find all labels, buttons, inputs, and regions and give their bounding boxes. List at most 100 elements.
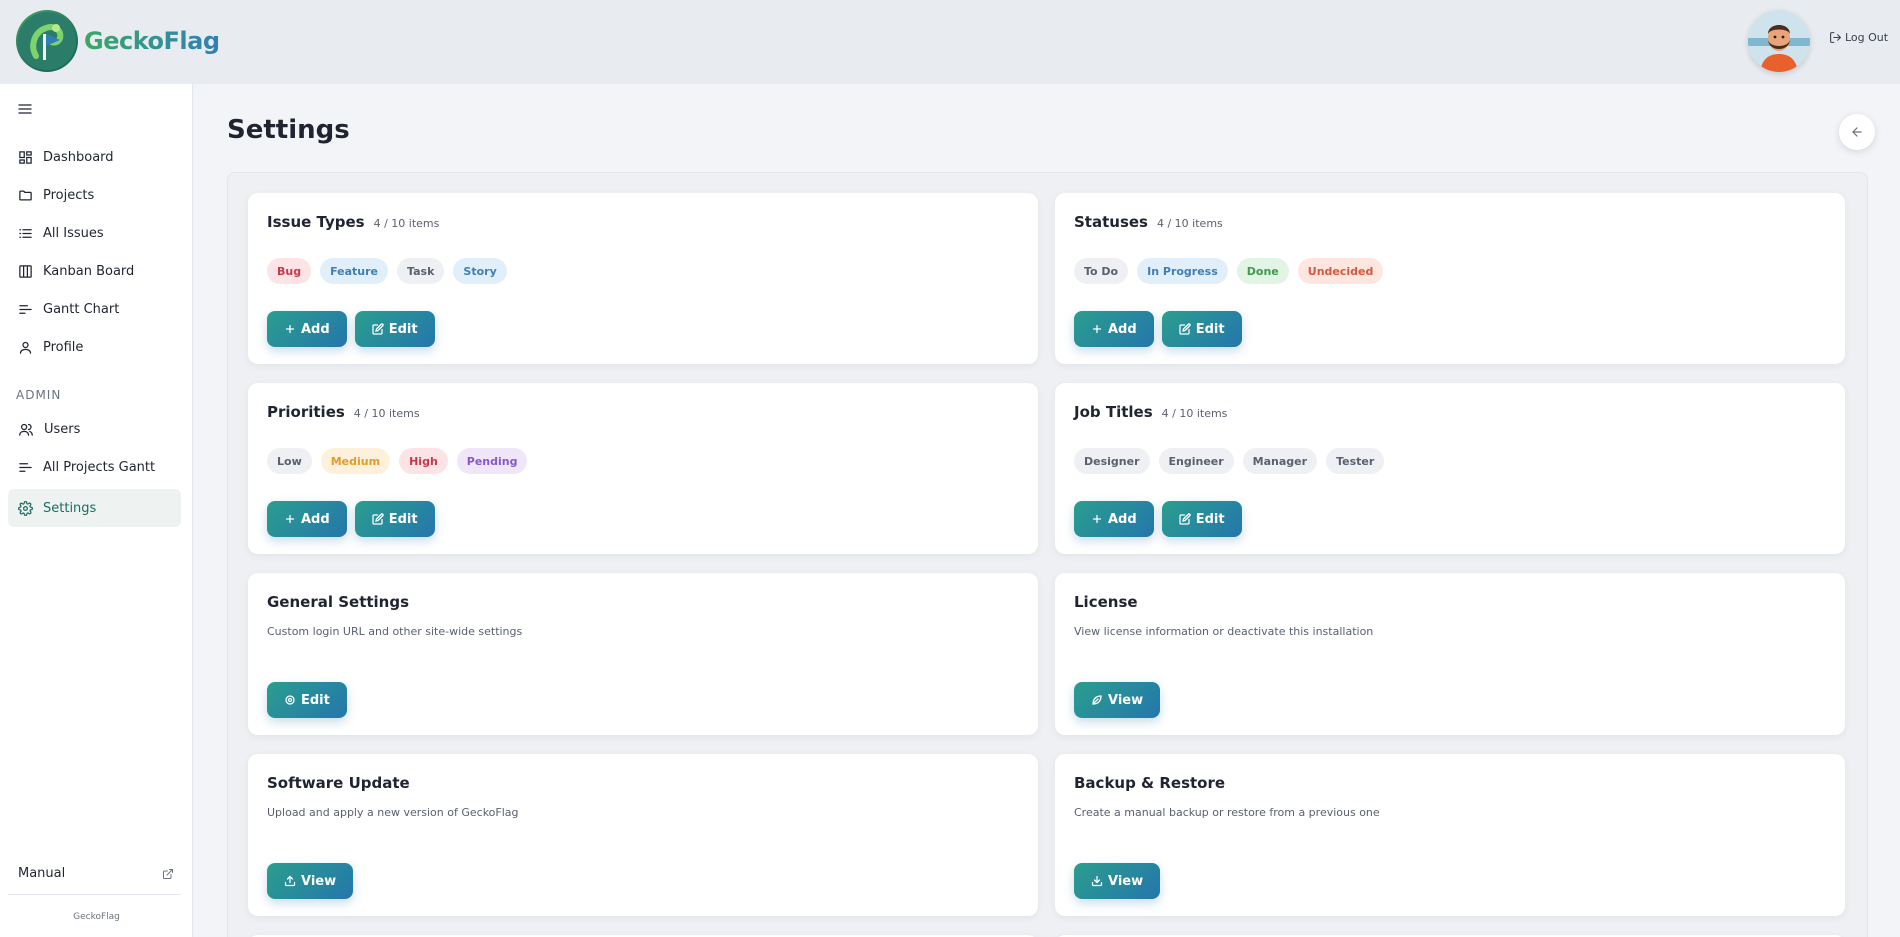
backup-restore-card: Backup & Restore Create a manual backup … — [1055, 754, 1845, 916]
button-label: Add — [1108, 321, 1137, 337]
edit-issue-types-button[interactable]: Edit — [354, 311, 435, 347]
sidebar-item-label: Gantt Chart — [43, 301, 120, 317]
button-label: Add — [301, 321, 330, 337]
chip-pending: Pending — [456, 448, 528, 474]
brand-name: GeckoFlag — [84, 27, 220, 55]
back-button[interactable] — [1839, 114, 1875, 150]
add-issue-type-button[interactable]: Add — [267, 311, 347, 347]
edit-job-titles-button[interactable]: Edit — [1161, 501, 1242, 537]
card-title: Job Titles — [1074, 403, 1153, 421]
plus-icon — [1092, 514, 1102, 524]
card-title: Statuses — [1074, 213, 1148, 231]
edit-icon — [372, 323, 384, 335]
chip-medium: Medium — [320, 448, 391, 474]
sidebar-item-label: Kanban Board — [43, 263, 135, 279]
chip-to-do: To Do — [1074, 258, 1129, 284]
plus-icon — [285, 324, 295, 334]
card-description: View license information or deactivate t… — [1074, 625, 1374, 638]
card-description: Upload and apply a new version of GeckoF… — [267, 806, 519, 819]
view-license-button[interactable]: View — [1074, 682, 1161, 718]
button-label: Add — [1108, 511, 1137, 527]
plus-icon — [285, 514, 295, 524]
sidebar-item-label: Profile — [43, 339, 84, 355]
edit-priorities-button[interactable]: Edit — [354, 501, 435, 537]
button-group: View — [1074, 863, 1161, 899]
gantt-icon — [19, 462, 32, 472]
chip-list: Designer Engineer Manager Tester — [1074, 448, 1385, 474]
sidebar-item-kanban-board[interactable]: Kanban Board — [8, 252, 181, 290]
sidebar-item-projects[interactable]: Projects — [8, 176, 181, 214]
add-job-title-button[interactable]: Add — [1074, 501, 1154, 537]
brand-logo[interactable]: GeckoFlag — [16, 10, 220, 72]
edit-icon — [372, 513, 384, 525]
card-header: Backup & Restore — [1074, 774, 1225, 792]
button-group: Add Edit — [267, 311, 435, 347]
button-label: Edit — [301, 692, 330, 708]
item-count: 4 / 10 items — [1161, 407, 1228, 420]
dashboard-icon — [19, 150, 32, 164]
gecko-logo-icon — [16, 10, 78, 72]
item-count: 4 / 10 items — [1156, 217, 1223, 230]
button-label: View — [1108, 873, 1144, 889]
job-titles-card: Job Titles 4 / 10 items Designer Enginee… — [1055, 383, 1845, 554]
user-icon — [19, 341, 32, 354]
sidebar-item-label: Projects — [43, 187, 95, 203]
top-header: GeckoFlag Log Out — [0, 0, 1900, 84]
view-backup-button[interactable]: View — [1074, 863, 1161, 899]
edit-icon — [1179, 323, 1191, 335]
card-header: Statuses 4 / 10 items — [1074, 213, 1223, 231]
license-card: License View license information or deac… — [1055, 573, 1845, 735]
view-software-update-button[interactable]: View — [267, 863, 354, 899]
plus-icon — [1092, 324, 1102, 334]
button-label: Edit — [388, 321, 418, 337]
arrow-left-icon — [1852, 127, 1862, 137]
button-group: Add Edit — [267, 501, 435, 537]
edit-general-settings-button[interactable]: Edit — [267, 682, 347, 718]
card-title: General Settings — [267, 593, 410, 611]
edit-icon — [1179, 513, 1191, 525]
sidebar-item-users[interactable]: Users — [8, 410, 181, 448]
card-description: Create a manual backup or restore from a… — [1074, 806, 1380, 819]
add-priority-button[interactable]: Add — [267, 501, 347, 537]
sidebar-item-all-projects-gantt[interactable]: All Projects Gantt — [8, 448, 181, 486]
add-status-button[interactable]: Add — [1074, 311, 1154, 347]
list-icon — [19, 228, 32, 238]
sidebar-footer: GeckoFlag — [73, 912, 120, 922]
chip-story: Story — [453, 258, 507, 284]
card-header: Job Titles 4 / 10 items — [1074, 403, 1227, 421]
chip-done: Done — [1236, 258, 1289, 284]
sidebar-divider — [8, 894, 181, 895]
button-label: View — [1108, 692, 1144, 708]
sidebar-item-settings[interactable]: Settings — [8, 489, 181, 527]
card-title: Software Update — [267, 774, 410, 792]
card-header: License — [1074, 593, 1138, 611]
button-group: View — [267, 863, 354, 899]
issue-types-card: Issue Types 4 / 10 items Bug Feature Tas… — [248, 193, 1038, 364]
sidebar-item-label: Dashboard — [43, 149, 114, 165]
gantt-icon — [19, 304, 32, 314]
menu-toggle-button[interactable] — [17, 101, 33, 121]
edit-statuses-button[interactable]: Edit — [1161, 311, 1242, 347]
card-header: General Settings — [267, 593, 409, 611]
chip-undecided: Undecided — [1297, 258, 1384, 284]
chip-high: High — [399, 448, 448, 474]
logout-button[interactable]: Log Out — [1829, 31, 1888, 44]
card-description: Custom login URL and other site-wide set… — [267, 625, 523, 638]
logout-label: Log Out — [1845, 31, 1889, 44]
priorities-card: Priorities 4 / 10 items Low Medium High … — [248, 383, 1038, 554]
card-header: Software Update — [267, 774, 410, 792]
card-title: License — [1074, 593, 1138, 611]
card-header: Priorities 4 / 10 items — [267, 403, 420, 421]
button-label: View — [301, 873, 337, 889]
sidebar-item-gantt-chart[interactable]: Gantt Chart — [8, 290, 181, 328]
sidebar-item-all-issues[interactable]: All Issues — [8, 214, 181, 252]
sidebar: Dashboard Projects All Issues Kanban Boa… — [0, 84, 193, 937]
manual-link[interactable]: Manual — [18, 866, 174, 881]
gear-icon — [18, 500, 33, 516]
chip-designer: Designer — [1074, 448, 1150, 474]
button-label: Add — [301, 511, 330, 527]
sidebar-item-profile[interactable]: Profile — [8, 328, 181, 366]
sidebar-item-dashboard[interactable]: Dashboard — [8, 138, 181, 176]
logout-icon — [1830, 32, 1841, 43]
user-avatar[interactable] — [1748, 10, 1810, 72]
